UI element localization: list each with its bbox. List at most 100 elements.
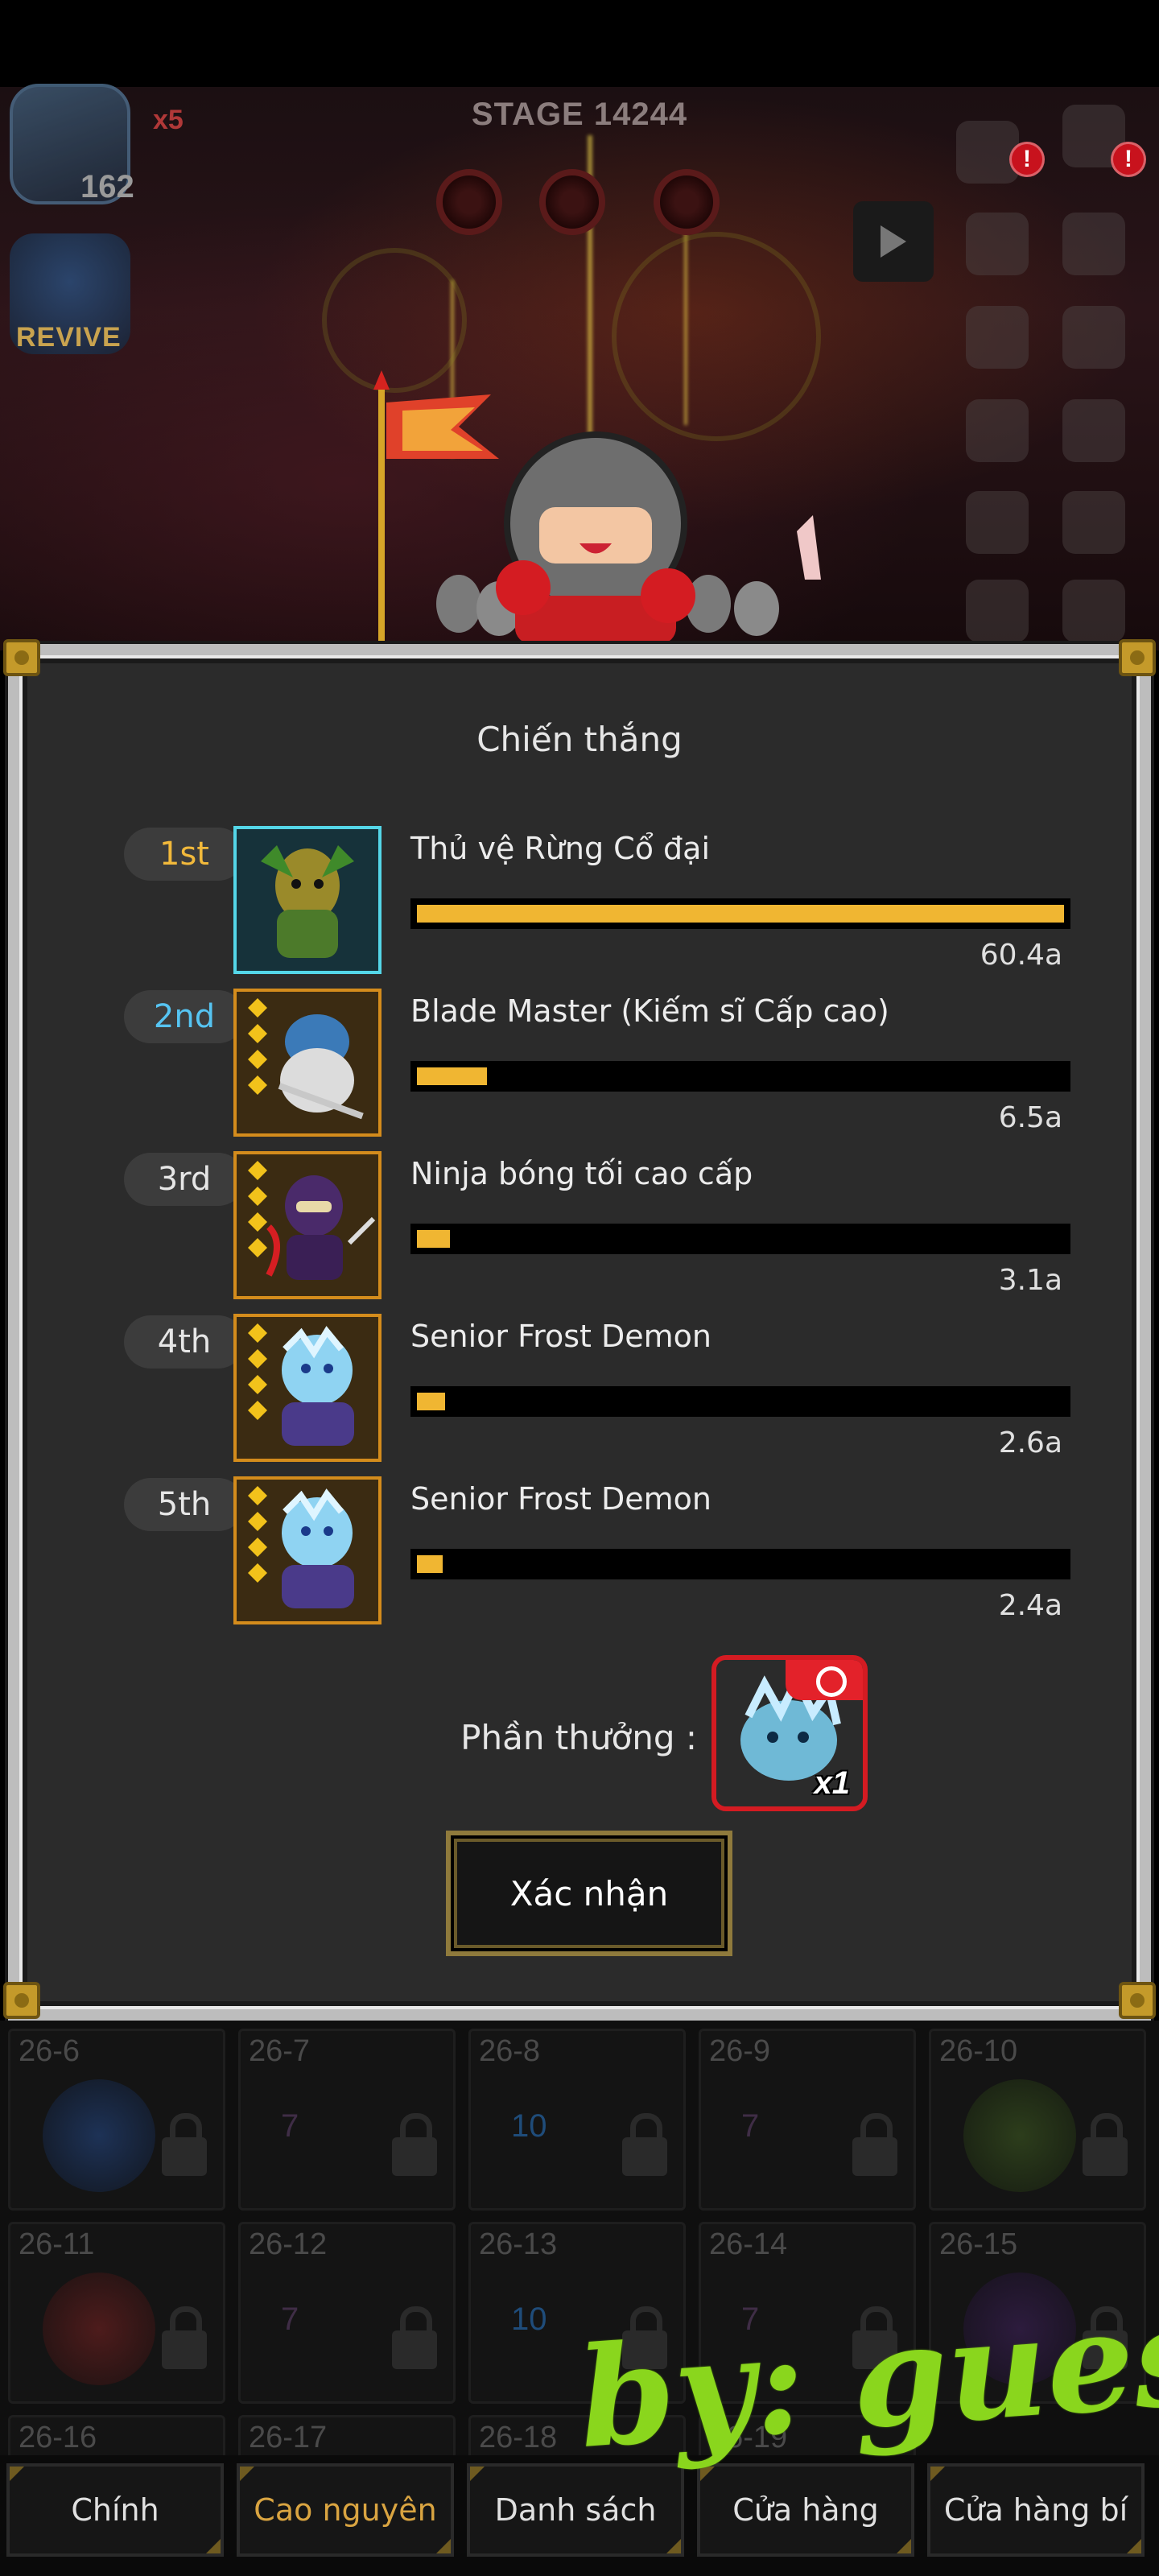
rank-label: 2nd bbox=[124, 990, 245, 1043]
hero-name: Thủ vệ Rừng Cổ đại bbox=[410, 831, 711, 866]
shadow-ninja-icon bbox=[237, 1154, 378, 1296]
scroll-icon[interactable] bbox=[966, 491, 1029, 554]
stage-cell[interactable]: 26-7 7 bbox=[238, 2029, 456, 2211]
tab-corner bbox=[436, 2539, 451, 2553]
map-icon[interactable] bbox=[1062, 491, 1125, 554]
tab-secret-shop[interactable]: Cửa hàng bí bbox=[927, 2463, 1145, 2557]
damage-value: 2.6a bbox=[998, 1426, 1062, 1459]
ranking-row: 1st Thủ vệ Rừng Cổ đại 60.4a bbox=[108, 826, 1074, 979]
forest-guardian-icon bbox=[237, 829, 378, 971]
damage-bar bbox=[410, 1549, 1070, 1579]
frame-corner-ornament bbox=[1119, 639, 1156, 676]
dialog-title: Chiến thắng bbox=[476, 720, 683, 759]
damage-value: 3.1a bbox=[998, 1264, 1062, 1297]
skill-slot-3[interactable] bbox=[654, 169, 720, 235]
hero-name: Blade Master (Kiếm sĩ Cấp cao) bbox=[410, 993, 889, 1029]
home-icon[interactable] bbox=[956, 121, 1019, 184]
blade-master-icon bbox=[237, 992, 378, 1133]
skill-slot-2[interactable] bbox=[539, 169, 605, 235]
hero-portrait[interactable] bbox=[233, 989, 382, 1137]
tab-corner bbox=[930, 2467, 945, 2481]
tab-corner bbox=[240, 2467, 254, 2481]
rank-label: 3rd bbox=[124, 1153, 245, 1206]
stage-cell-label: 26-14 bbox=[709, 2227, 788, 2261]
creature-icon bbox=[43, 2079, 155, 2192]
settings-icon[interactable] bbox=[1062, 580, 1125, 642]
frame-corner-ornament bbox=[3, 639, 40, 676]
tab-label: Chính bbox=[71, 2492, 159, 2528]
stage-cell-label: 26-10 bbox=[939, 2034, 1018, 2068]
tab-corner bbox=[206, 2539, 221, 2553]
ranking-row: 4th Senior Frost Demon 2.6a bbox=[108, 1314, 1074, 1467]
orb-reward: 7 bbox=[741, 2108, 760, 2144]
ranking-row: 2nd Blade Master (Kiếm sĩ Cấp cao) 6.5a bbox=[108, 989, 1074, 1141]
hero-name: Ninja bóng tối cao cấp bbox=[410, 1156, 753, 1191]
stage-cell-label: 26-7 bbox=[249, 2034, 311, 2068]
gem-reward: 10 bbox=[511, 2301, 547, 2337]
reward-item[interactable]: x1 bbox=[711, 1655, 868, 1811]
frost-demon-icon bbox=[237, 1317, 378, 1459]
damage-bar-fill bbox=[417, 905, 1064, 923]
stage-cell[interactable]: 26-11 bbox=[8, 2222, 225, 2404]
creature-icon bbox=[43, 2273, 155, 2385]
bottom-nav: Chính Cao nguyên Danh sách Cửa hàng Cửa … bbox=[0, 2455, 1159, 2576]
wings-icon[interactable] bbox=[1062, 213, 1125, 275]
damage-value: 60.4a bbox=[980, 939, 1062, 972]
tab-main[interactable]: Chính bbox=[6, 2463, 224, 2557]
lock-icon bbox=[622, 2113, 667, 2176]
hero-portrait[interactable] bbox=[233, 826, 382, 974]
tab-corner bbox=[470, 2467, 485, 2481]
play-button[interactable] bbox=[853, 201, 934, 282]
alert-badge: ! bbox=[1111, 142, 1146, 177]
damage-bar-fill bbox=[417, 1067, 487, 1085]
stage-cell-label: 26-15 bbox=[939, 2227, 1018, 2261]
rank-label: 4th bbox=[124, 1315, 245, 1368]
book-icon[interactable] bbox=[966, 580, 1029, 642]
hero-portrait[interactable] bbox=[233, 1151, 382, 1299]
tab-label: Cửa hàng bbox=[732, 2492, 879, 2528]
tab-highlands[interactable]: Cao nguyên bbox=[237, 2463, 454, 2557]
skill-slot-1[interactable] bbox=[436, 169, 502, 235]
stage-cell[interactable]: 26-12 7 bbox=[238, 2222, 456, 2404]
hero-level: 162 bbox=[80, 169, 134, 204]
gift-icon[interactable] bbox=[1062, 306, 1125, 369]
stage-cell-label: 26-8 bbox=[479, 2034, 541, 2068]
stage-cell-label: 26-6 bbox=[19, 2034, 80, 2068]
ranking-row: 5th Senior Frost Demon 2.4a bbox=[108, 1476, 1074, 1629]
ranking-icon[interactable] bbox=[1062, 399, 1125, 462]
stage-cell[interactable]: 26-10 bbox=[929, 2029, 1146, 2211]
confirm-button[interactable]: Xác nhận bbox=[446, 1831, 732, 1956]
damage-bar bbox=[410, 898, 1070, 929]
tab-corner bbox=[10, 2467, 24, 2481]
damage-bar-fill bbox=[417, 1555, 443, 1573]
stage-cell-label: 26-9 bbox=[709, 2034, 771, 2068]
lock-icon bbox=[852, 2113, 897, 2176]
gem-reward: 10 bbox=[511, 2108, 547, 2144]
hero-portrait[interactable] bbox=[233, 1476, 382, 1624]
orb-reward: 7 bbox=[281, 2301, 299, 2337]
frame-corner-ornament bbox=[1119, 1982, 1156, 2019]
tab-corner bbox=[1127, 2539, 1141, 2553]
ranking-row: 3rd Ninja bóng tối cao cấp 3.1a bbox=[108, 1151, 1074, 1304]
angel-icon[interactable] bbox=[966, 213, 1029, 275]
tab-corner bbox=[666, 2539, 681, 2553]
tab-label: Cửa hàng bí bbox=[943, 2492, 1128, 2528]
tab-label: Danh sách bbox=[494, 2492, 657, 2528]
reward-quantity: x1 bbox=[814, 1765, 851, 1801]
stage-cell[interactable]: 26-6 bbox=[8, 2029, 225, 2211]
kill-counter: x5 bbox=[153, 105, 184, 135]
damage-bar bbox=[410, 1061, 1070, 1092]
tab-corner bbox=[897, 2539, 911, 2553]
revive-label: REVIVE bbox=[16, 322, 122, 353]
damage-bar-fill bbox=[417, 1393, 445, 1410]
rank-label: 1st bbox=[124, 828, 245, 881]
knight-mascot-icon bbox=[373, 370, 821, 644]
temple-icon[interactable] bbox=[966, 399, 1029, 462]
stage-cell[interactable]: 26-8 10 bbox=[468, 2029, 686, 2211]
lock-icon bbox=[392, 2113, 437, 2176]
hero-portrait[interactable] bbox=[233, 1314, 382, 1462]
lock-icon bbox=[162, 2306, 207, 2369]
stage-cell-label: 26-18 bbox=[479, 2421, 558, 2454]
chat-icon[interactable] bbox=[966, 306, 1029, 369]
stage-cell[interactable]: 26-9 7 bbox=[699, 2029, 916, 2211]
